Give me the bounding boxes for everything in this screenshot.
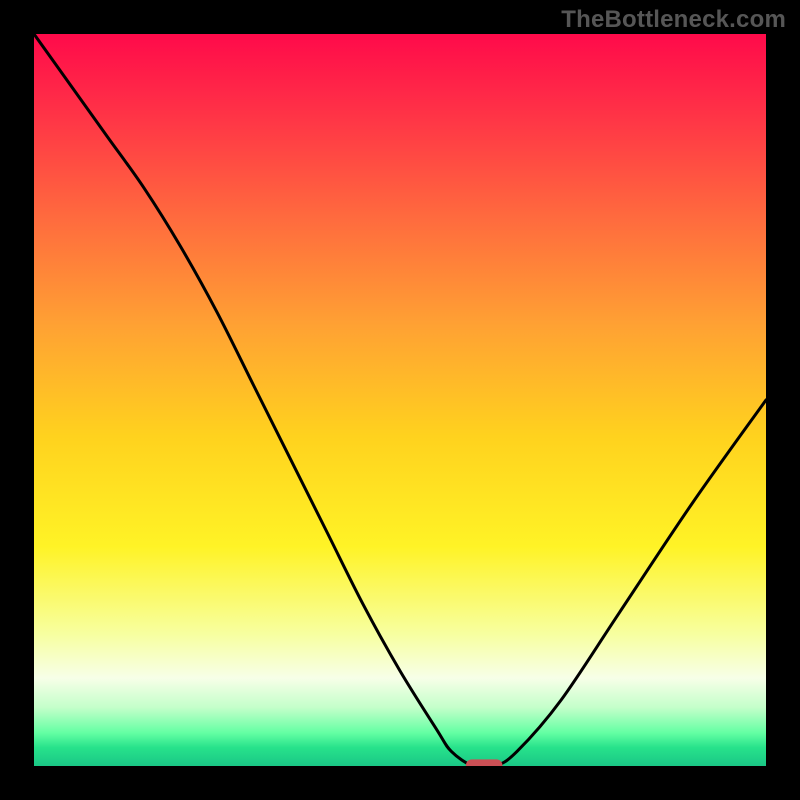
plot-svg	[34, 34, 766, 766]
chart-frame: TheBottleneck.com	[0, 0, 800, 800]
watermark-text: TheBottleneck.com	[561, 6, 786, 34]
gradient-background	[34, 34, 766, 766]
bottleneck-plot	[34, 34, 766, 766]
optimal-marker	[466, 759, 503, 766]
